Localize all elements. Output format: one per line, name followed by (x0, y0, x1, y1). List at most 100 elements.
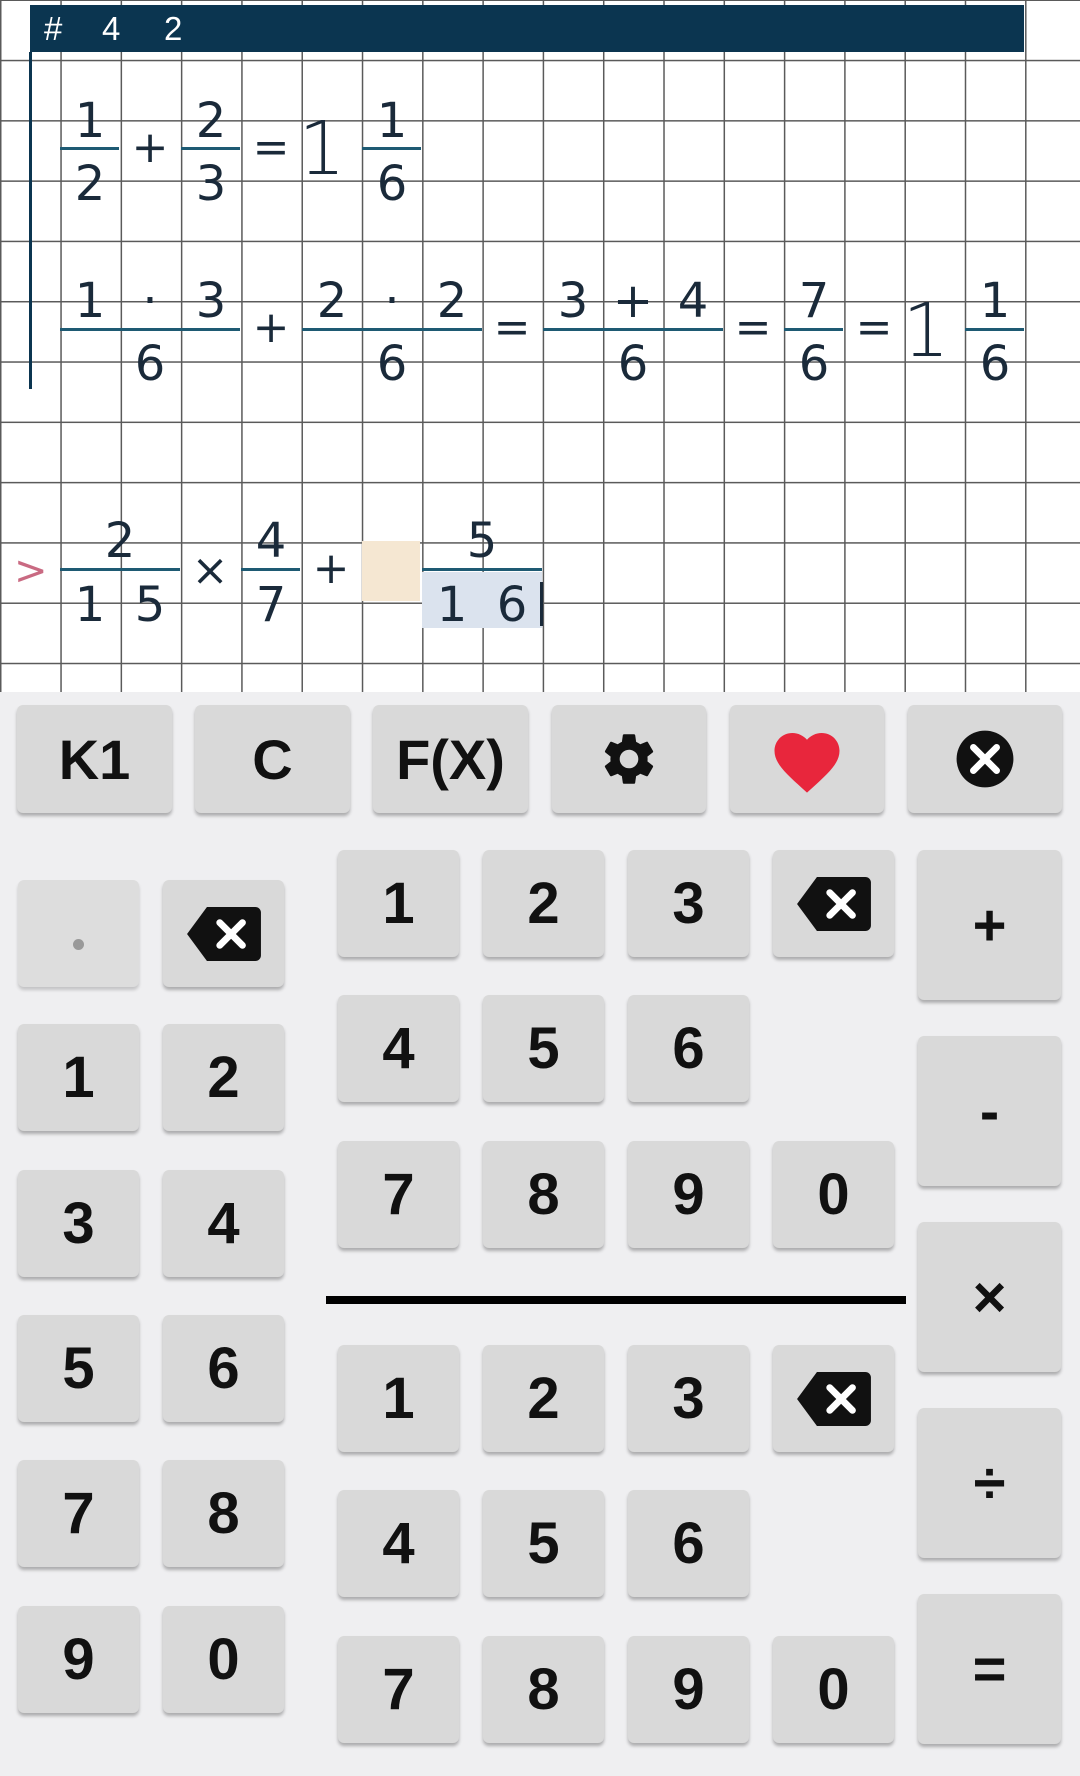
numerator-key-6[interactable]: 6 (628, 995, 749, 1102)
operator: + (131, 122, 169, 173)
denominator-key-2[interactable]: 2 (483, 1345, 604, 1452)
plus-key[interactable]: + (918, 850, 1061, 1000)
denominator-key-5[interactable]: 5 (483, 1490, 604, 1597)
fraction-divider-bar (326, 1296, 906, 1304)
operator: + (312, 543, 350, 594)
fraction-numerator: 1 (376, 93, 408, 149)
fraction-denominator: 6 (979, 336, 1011, 392)
fraction-denominator-digit[interactable]: 5 (120, 581, 180, 629)
header-number-1: 4 (102, 10, 121, 47)
gear-icon (604, 734, 654, 784)
fraction-denominator: 2 (74, 156, 106, 212)
settings-button[interactable] (552, 705, 706, 813)
fraction-bar (241, 568, 300, 571)
whole-key-1[interactable]: 1 (18, 1024, 139, 1131)
backspace-icon (186, 906, 261, 961)
fraction-denominator[interactable]: 7 (241, 581, 301, 629)
fraction-numerator: 2 (195, 93, 227, 149)
divide-key[interactable]: ÷ (918, 1408, 1061, 1558)
whole-key-7[interactable]: 7 (18, 1460, 139, 1567)
fraction-bar (422, 568, 542, 571)
text-cursor (540, 582, 543, 626)
input-prompt: > (14, 548, 48, 594)
fraction-denominator: 6 (376, 336, 408, 392)
whole-key-8[interactable]: 8 (163, 1460, 284, 1567)
fraction-numerator[interactable]: 2 (60, 517, 180, 565)
fraction-bar (302, 328, 482, 331)
fraction-denominator-digit[interactable]: 1 (60, 581, 120, 629)
decimal-key[interactable] (18, 880, 139, 987)
whole-key-0[interactable]: 0 (163, 1606, 284, 1713)
numerator-key-9[interactable]: 9 (628, 1141, 749, 1248)
equals-key[interactable]: = (918, 1594, 1061, 1744)
fraction-bar (60, 328, 240, 331)
decimal-dot (73, 939, 84, 950)
whole-key-6[interactable]: 6 (163, 1315, 284, 1422)
minus-key[interactable]: - (918, 1036, 1061, 1186)
fraction-numerator[interactable]: 4 (241, 517, 301, 565)
worksheet-grid[interactable]: # 4 2 1 2 + 2 3 = 1 1 6 1 · 3 6 + 2 · 2 … (0, 0, 1080, 692)
backspace-icon (796, 876, 871, 931)
function-button[interactable]: F(X) (373, 705, 528, 813)
fraction-numerator[interactable]: 5 (422, 517, 542, 565)
mixed-whole: 1 (902, 288, 950, 374)
fraction-denominator: 6 (376, 156, 408, 212)
denominator-key-9[interactable]: 9 (628, 1636, 749, 1743)
denominator-key-8[interactable]: 8 (483, 1636, 604, 1743)
operator: = (855, 302, 893, 353)
mixed-whole: 1 (298, 106, 346, 192)
fraction-bar (181, 147, 240, 150)
close-button[interactable] (908, 705, 1062, 813)
whole-key-5[interactable]: 5 (18, 1315, 139, 1422)
whole-key-2[interactable]: 2 (163, 1024, 284, 1131)
numerator-key-1[interactable]: 1 (338, 850, 459, 957)
numerator-backspace-key[interactable] (773, 850, 894, 957)
whole-key-3[interactable]: 3 (18, 1170, 139, 1277)
fraction-numerator: 7 (798, 273, 830, 329)
whole-backspace-key[interactable] (163, 880, 284, 987)
fraction-numerator: 1 (74, 93, 106, 149)
fraction-denominator-digit[interactable]: 6 (482, 581, 542, 629)
denominator-key-7[interactable]: 7 (338, 1636, 459, 1743)
denominator-key-6[interactable]: 6 (628, 1490, 749, 1597)
close-circle-icon (956, 730, 1014, 788)
fraction-numerator: 3 (557, 273, 589, 329)
denominator-key-3[interactable]: 3 (628, 1345, 749, 1452)
dot-operator: · (142, 273, 158, 329)
favorite-button[interactable] (730, 705, 884, 813)
denominator-key-0[interactable]: 0 (773, 1636, 894, 1743)
fraction-denominator: 6 (798, 336, 830, 392)
numerator-key-8[interactable]: 8 (483, 1141, 604, 1248)
worksheet-header: # 4 2 (30, 5, 1024, 52)
empty-whole-slot[interactable] (362, 541, 420, 601)
denominator-key-4[interactable]: 4 (338, 1490, 459, 1597)
numerator-key-0[interactable]: 0 (773, 1141, 894, 1248)
fraction-numerator: 2 (316, 273, 348, 329)
multiply-key[interactable]: × (918, 1222, 1061, 1372)
numerator-key-3[interactable]: 3 (628, 850, 749, 957)
fraction-denominator-digit[interactable]: 1 (422, 581, 482, 629)
operator: = (493, 302, 531, 353)
worksheet-margin-line (29, 52, 32, 389)
fraction-denominator: 6 (617, 336, 649, 392)
fraction-numerator: 3 (195, 273, 227, 329)
operator: + (612, 273, 654, 329)
fraction-bar (543, 328, 723, 331)
heart-icon (774, 733, 840, 793)
denominator-backspace-key[interactable] (773, 1345, 894, 1452)
numerator-key-7[interactable]: 7 (338, 1141, 459, 1248)
clear-button[interactable]: C (195, 705, 350, 813)
numerator-key-4[interactable]: 4 (338, 995, 459, 1102)
fraction-numerator: 2 (436, 273, 468, 329)
numerator-key-2[interactable]: 2 (483, 850, 604, 957)
operator: × (191, 545, 229, 596)
fraction-numerator: 4 (677, 273, 709, 329)
k1-button[interactable]: K1 (17, 705, 172, 813)
numerator-key-5[interactable]: 5 (483, 995, 604, 1102)
whole-key-9[interactable]: 9 (18, 1606, 139, 1713)
fraction-denominator: 3 (195, 156, 227, 212)
denominator-key-1[interactable]: 1 (338, 1345, 459, 1452)
fraction-bar (362, 147, 421, 150)
whole-key-4[interactable]: 4 (163, 1170, 284, 1277)
fraction-denominator: 6 (134, 336, 166, 392)
